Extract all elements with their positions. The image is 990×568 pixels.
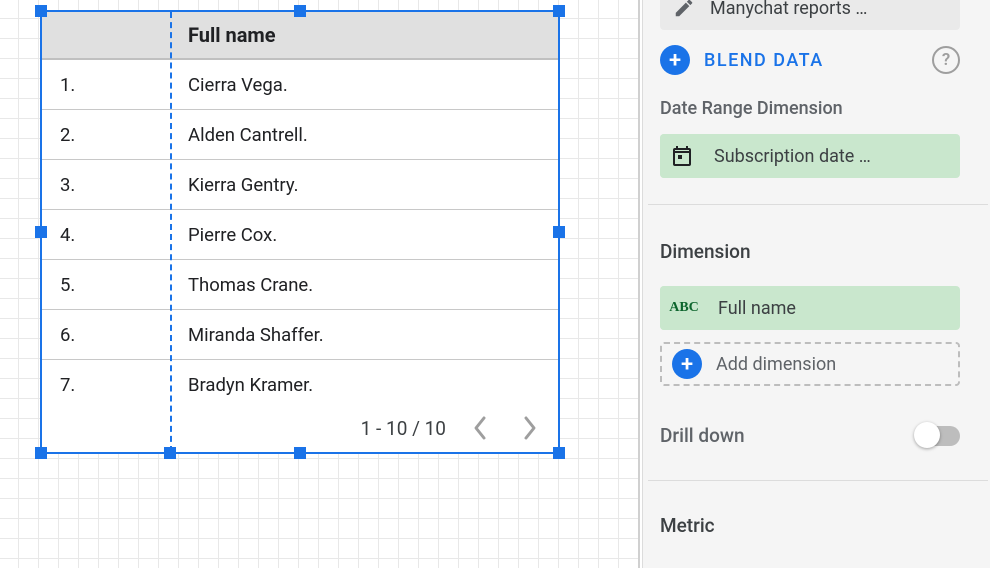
resize-handle[interactable] <box>35 5 47 17</box>
pager-prev-button[interactable] <box>464 412 496 444</box>
datasource-name: Manychat reports … <box>710 0 867 19</box>
plus-icon[interactable]: + <box>660 45 690 75</box>
resize-handle[interactable] <box>553 447 565 459</box>
plus-icon: + <box>672 349 702 379</box>
row-name: Cierra Vega. <box>170 74 558 96</box>
resize-handle[interactable] <box>294 447 306 459</box>
resize-handle[interactable] <box>294 5 306 17</box>
resize-handle[interactable] <box>35 226 47 238</box>
table-chart[interactable]: Full name 1. Cierra Vega. 2. Alden Cantr… <box>40 10 560 454</box>
date-range-dimension-value: Subscription date … <box>704 146 871 167</box>
dimension-section-label: Dimension <box>660 240 751 263</box>
row-name: Bradyn Kramer. <box>170 374 558 396</box>
divider <box>648 480 988 481</box>
row-index: 6. <box>42 324 170 346</box>
pager-next-button[interactable] <box>514 412 546 444</box>
chevron-right-icon <box>522 415 538 441</box>
divider <box>648 204 988 205</box>
calendar-icon <box>660 134 704 178</box>
date-range-dimension-label: Date Range Dimension <box>660 98 843 119</box>
add-dimension-button[interactable]: + Add dimension <box>660 342 960 386</box>
date-range-dimension-chip[interactable]: Subscription date … <box>660 134 960 178</box>
row-name: Pierre Cox. <box>170 224 558 246</box>
table-row[interactable]: 4. Pierre Cox. <box>42 210 558 260</box>
row-index: 4. <box>42 224 170 246</box>
column-resize-handle[interactable] <box>164 447 176 459</box>
pencil-icon <box>666 0 702 26</box>
table-row[interactable]: 5. Thomas Crane. <box>42 260 558 310</box>
table-header-row: Full name <box>42 12 558 60</box>
dimension-value: Full name <box>708 298 796 319</box>
row-index: 2. <box>42 124 170 146</box>
pager-text: 1 - 10 / 10 <box>361 417 446 440</box>
row-index: 1. <box>42 74 170 96</box>
report-canvas[interactable]: Full name 1. Cierra Vega. 2. Alden Cantr… <box>0 0 640 568</box>
table-row[interactable]: 7. Bradyn Kramer. <box>42 360 558 410</box>
row-index: 5. <box>42 274 170 296</box>
resize-handle[interactable] <box>553 226 565 238</box>
abc-type-icon: ABC <box>660 286 708 330</box>
datasource-chip[interactable]: Manychat reports … <box>660 0 960 30</box>
metric-section-label: Metric <box>660 514 715 537</box>
table-header-fullname[interactable]: Full name <box>170 23 558 47</box>
table-row[interactable]: 2. Alden Cantrell. <box>42 110 558 160</box>
help-icon[interactable]: ? <box>932 46 960 74</box>
dimension-chip[interactable]: ABC Full name <box>660 286 960 330</box>
row-index: 3. <box>42 174 170 196</box>
chevron-left-icon <box>472 415 488 441</box>
row-name: Thomas Crane. <box>170 274 558 296</box>
row-name: Alden Cantrell. <box>170 124 558 146</box>
table-pager: 1 - 10 / 10 <box>361 412 546 444</box>
table-row[interactable]: 3. Kierra Gentry. <box>42 160 558 210</box>
table-row[interactable]: 6. Miranda Shaffer. <box>42 310 558 360</box>
properties-panel <box>642 0 990 568</box>
drill-down-toggle[interactable] <box>916 426 960 446</box>
blend-data-row: + BLEND DATA ? <box>660 40 960 80</box>
add-dimension-label: Add dimension <box>716 354 836 375</box>
toggle-knob <box>914 422 940 448</box>
drill-down-row: Drill down <box>660 424 960 447</box>
resize-handle[interactable] <box>35 447 47 459</box>
table-row[interactable]: 1. Cierra Vega. <box>42 60 558 110</box>
resize-handle[interactable] <box>553 5 565 17</box>
row-name: Miranda Shaffer. <box>170 324 558 346</box>
table-body: 1. Cierra Vega. 2. Alden Cantrell. 3. Ki… <box>42 60 558 410</box>
row-index: 7. <box>42 374 170 396</box>
blend-data-button[interactable]: BLEND DATA <box>704 50 824 71</box>
drill-down-label: Drill down <box>660 424 745 447</box>
row-name: Kierra Gentry. <box>170 174 558 196</box>
